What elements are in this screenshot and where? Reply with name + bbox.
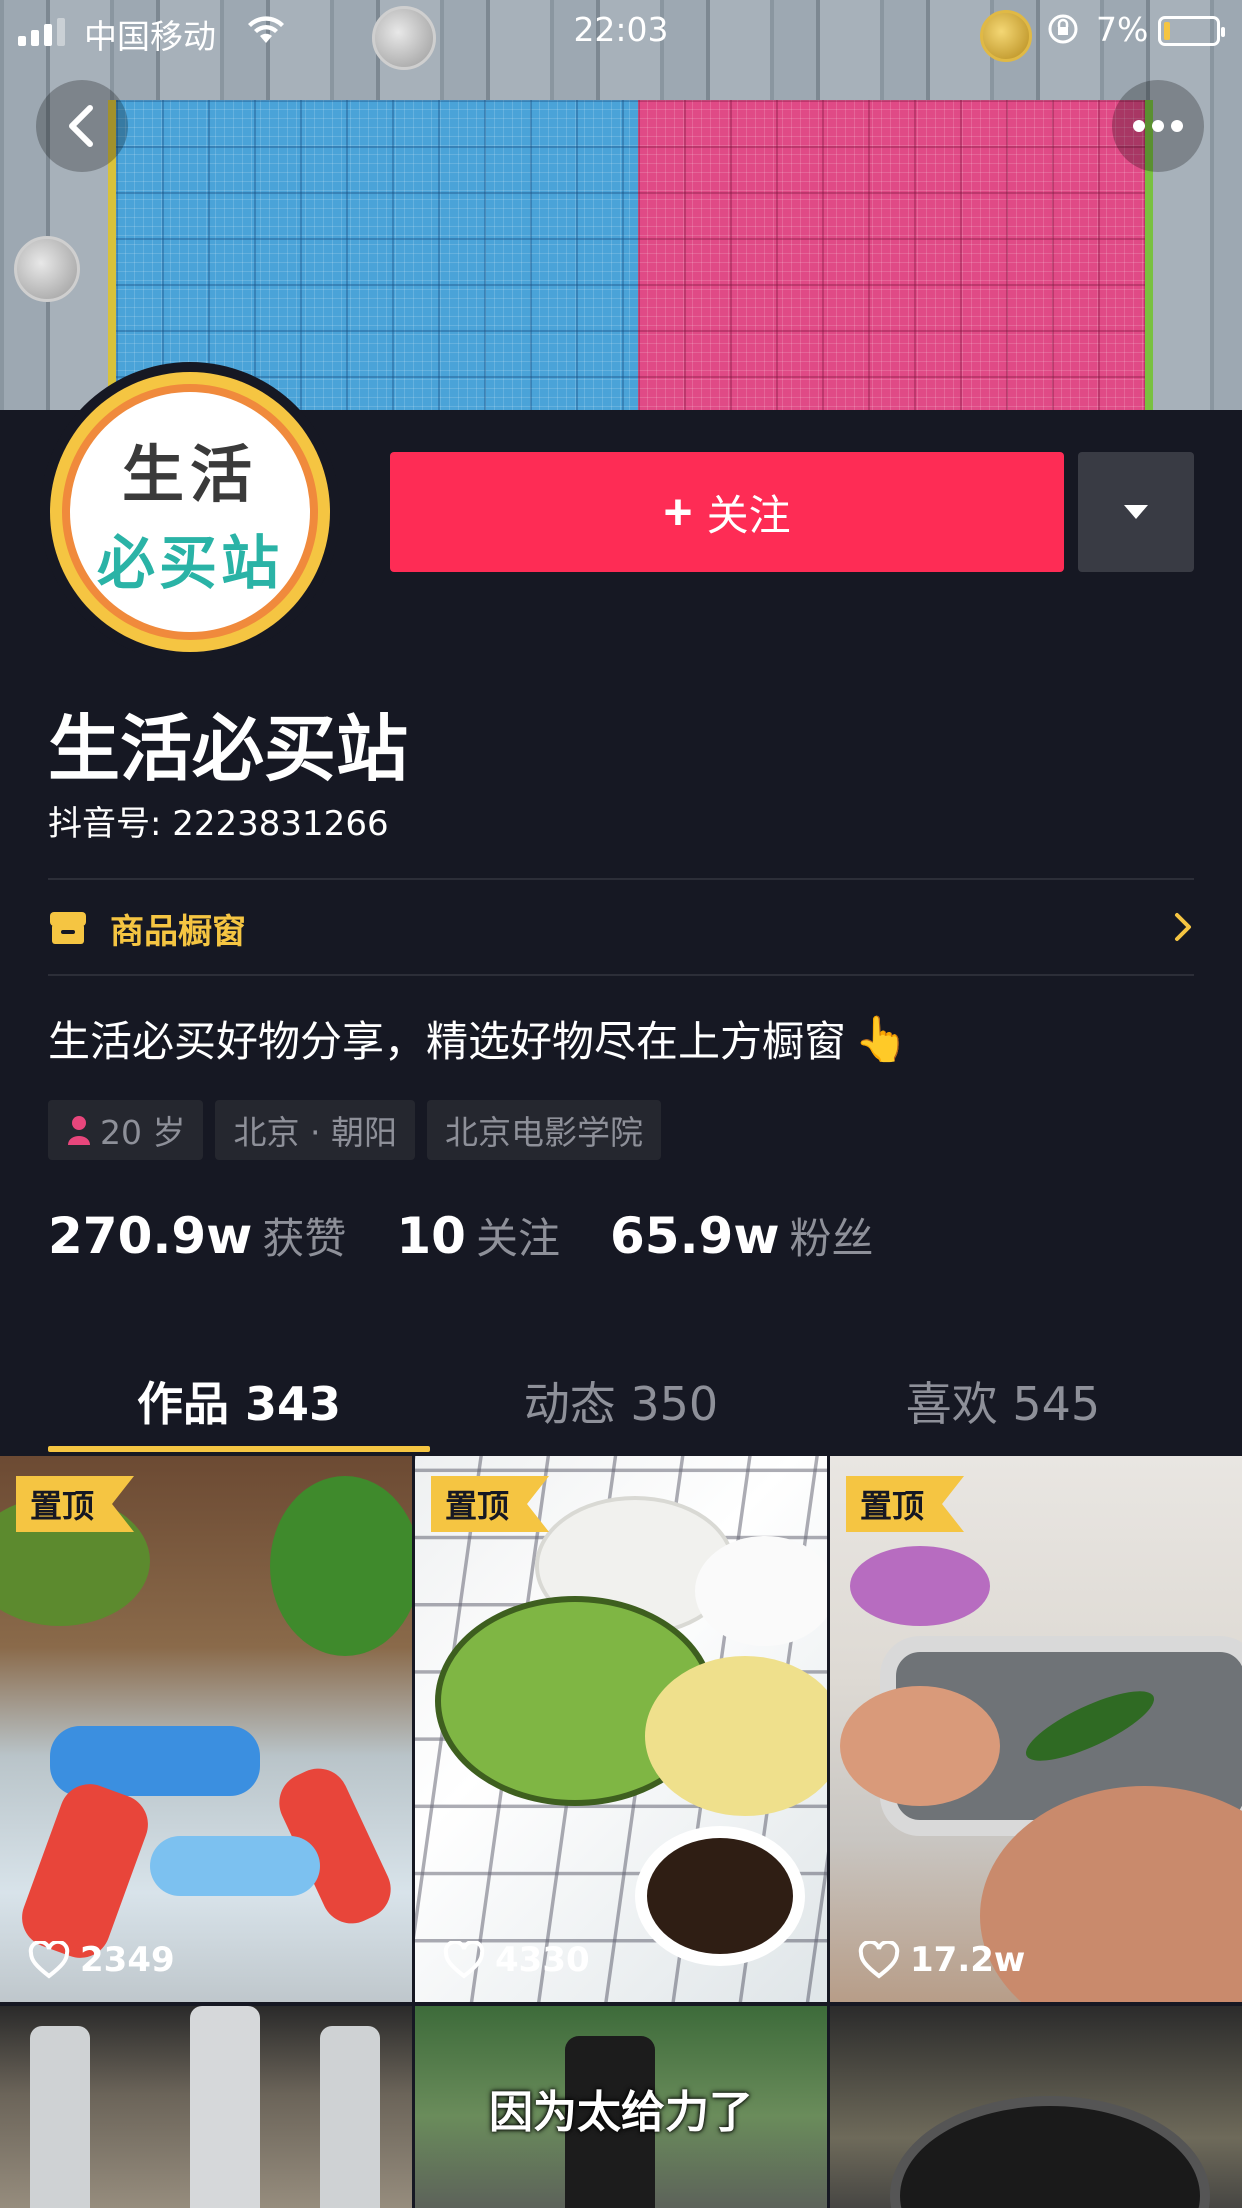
stat-followers[interactable]: 65.9w 粉丝	[610, 1205, 874, 1266]
video-likes-count: 2349	[80, 1940, 175, 1980]
thumbnail-hand	[840, 1686, 1000, 1806]
follow-button[interactable]: + 关注	[390, 452, 1064, 572]
profile-tags: 20 岁 北京 · 朝阳 北京电影学院	[48, 1100, 661, 1160]
video-thumbnail[interactable]: 置顶 4330	[415, 1456, 827, 2002]
follow-label: 关注	[706, 491, 791, 539]
pinned-badge: 置顶	[846, 1476, 964, 1532]
heart-icon	[858, 1941, 900, 1979]
chevron-left-icon	[69, 105, 93, 147]
shop-icon	[50, 912, 86, 944]
tag-age-label: 20 岁	[100, 1113, 186, 1152]
thumbnail-plant	[270, 1476, 412, 1656]
thumbnail-pot	[890, 2096, 1210, 2208]
pinned-badge: 置顶	[16, 1476, 134, 1532]
profile-name: 生活必买站	[48, 707, 409, 791]
tag-location: 北京 · 朝阳	[215, 1100, 415, 1160]
video-thumbnail[interactable]: 因为太给力了	[415, 2006, 827, 2208]
video-thumbnail[interactable]	[0, 2006, 412, 2208]
stat-likes[interactable]: 270.9w 获赞	[48, 1205, 346, 1266]
video-likes-count: 17.2w	[910, 1940, 1026, 1980]
video-grid: 置顶 2349 置顶 4330 置顶 17.2w 因为太给力了	[0, 1456, 1242, 2208]
video-likes: 4330	[443, 1940, 590, 1980]
back-button[interactable]	[36, 80, 128, 172]
stat-following-count: 10	[396, 1207, 466, 1265]
rotation-lock-icon	[1046, 12, 1080, 54]
profile-cover-image	[0, 0, 1242, 410]
video-likes: 2349	[28, 1940, 175, 1980]
stat-followers-count: 65.9w	[609, 1207, 780, 1265]
video-thumbnail[interactable]: 置顶 17.2w	[830, 1456, 1242, 2002]
stat-following-label: 关注	[475, 1214, 560, 1263]
profile-stats: 270.9w 获赞 10 关注 65.9w 粉丝	[48, 1205, 924, 1266]
more-dots-icon	[1133, 120, 1183, 132]
caret-down-icon	[1124, 505, 1148, 519]
shop-window-row[interactable]: 商品橱窗	[48, 880, 1194, 976]
video-likes: 17.2w	[858, 1940, 1025, 1980]
battery-percent: 7%	[1096, 10, 1149, 49]
content-tabs: 作品 343 动态 350 喜欢 545	[48, 1340, 1194, 1456]
pointing-up-emoji: 👆	[854, 1013, 909, 1065]
thumbnail-oil-bottle	[190, 2006, 260, 2208]
stat-likes-label: 获赞	[262, 1214, 347, 1263]
video-caption: 因为太给力了	[489, 2087, 753, 2138]
thumbnail-bottle	[13, 1775, 157, 1967]
cover-notebook-pink	[638, 100, 1153, 410]
heart-icon	[443, 1941, 485, 1979]
chevron-right-icon	[1175, 913, 1191, 941]
tag-school-label: 北京电影学院	[444, 1113, 643, 1152]
tag-age: 20 岁	[48, 1100, 204, 1160]
status-bar: 中国移动 22:03 7%	[0, 0, 1242, 60]
tab-dynamics[interactable]: 动态 350	[430, 1340, 812, 1456]
video-thumbnail[interactable]	[830, 2006, 1242, 2208]
avatar-text-line2: 必买站	[96, 529, 283, 597]
avatar-text-line1: 生活	[121, 438, 258, 511]
video-thumbnail[interactable]: 置顶 2349	[0, 1456, 412, 2002]
more-options-button[interactable]	[1112, 80, 1204, 172]
stat-followers-label: 粉丝	[789, 1214, 874, 1263]
thumbnail-plate	[695, 1536, 827, 1646]
profile-bio: 生活必买好物分享，精选好物尽在上方橱窗 👆	[48, 1008, 909, 1069]
female-icon	[68, 1116, 90, 1145]
avatar[interactable]: 生活 必买站	[40, 362, 340, 662]
tag-location-label: 北京 · 朝阳	[233, 1113, 397, 1152]
plus-icon: +	[663, 484, 693, 540]
recommend-dropdown-button[interactable]	[1078, 452, 1194, 572]
thumbnail-oil-bottle	[30, 2026, 90, 2208]
cover-coin	[14, 236, 80, 302]
thumbnail-flowers	[850, 1546, 990, 1626]
douyin-id: 抖音号: 2223831266	[48, 804, 389, 844]
divider	[48, 974, 1194, 976]
thumbnail-oil-bottle	[320, 2026, 380, 2208]
thumbnail-bottle	[150, 1836, 320, 1896]
battery-icon	[1158, 16, 1225, 46]
shop-window-label: 商品橱窗	[110, 911, 246, 952]
video-likes-count: 4330	[495, 1940, 590, 1980]
bio-text: 生活必买好物分享，精选好物尽在上方橱窗	[48, 1017, 847, 1066]
stat-likes-count: 270.9w	[48, 1207, 253, 1265]
stat-following[interactable]: 10 关注	[396, 1205, 560, 1266]
heart-icon	[28, 1941, 70, 1979]
tab-works[interactable]: 作品 343	[48, 1340, 430, 1456]
thumbnail-sauce-bowl	[635, 1826, 805, 1966]
tag-school: 北京电影学院	[426, 1100, 661, 1160]
tab-likes[interactable]: 喜欢 545	[812, 1340, 1194, 1456]
